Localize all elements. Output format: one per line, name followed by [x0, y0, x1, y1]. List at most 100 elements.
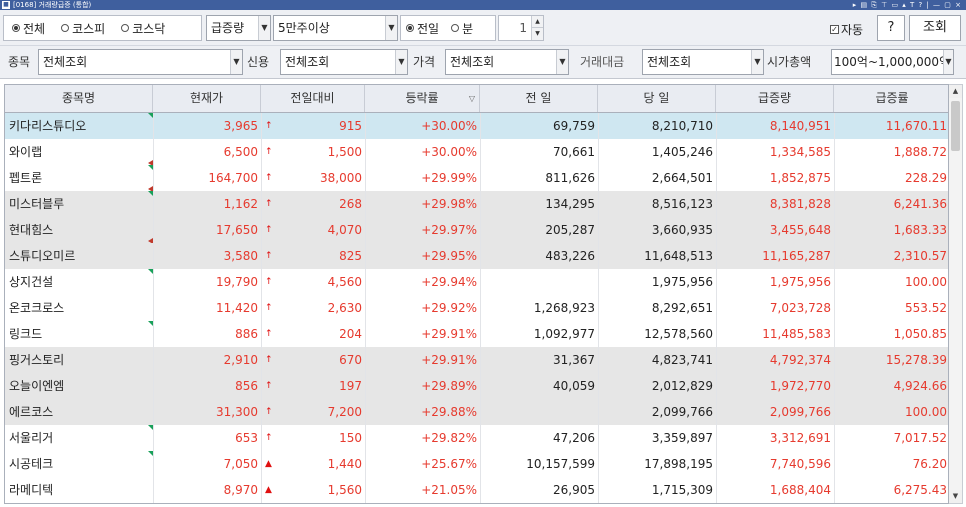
chevron-down-icon[interactable]: ▼	[751, 50, 763, 74]
table-row[interactable]: 미스터블루 1,162 ↑ 268 +29.98% 134,295 8,516,123 8,3…	[5, 191, 948, 217]
col-header-surge-rate[interactable]: 급증률	[834, 85, 948, 112]
spin-down-icon[interactable]: ▼	[531, 28, 543, 40]
stock-select[interactable]: 전체조회 ▼	[38, 49, 243, 75]
change-cell: 2,630	[327, 301, 362, 315]
surge-rate-cell: 1,888.72	[893, 145, 947, 159]
current-price-cell: 11,420	[216, 301, 258, 315]
table-row[interactable]: 펩트론 164,700 ↑ 38,000 +29.99% 811,626 2,664,501…	[5, 165, 948, 192]
up-arrow-icon: ↑	[265, 303, 273, 313]
surge-volume-cell: 2,099,766	[769, 405, 831, 419]
table-row[interactable]: 온코크로스 11,420 ↑ 2,630 +29.92% 1,268,923 8,292,6…	[5, 295, 948, 321]
today-volume-cell: 1,405,246	[651, 145, 713, 159]
col-header-prevday[interactable]: 전 일	[480, 85, 598, 112]
table-row[interactable]: 시공테크 7,050 ▲ 1,440 +25.67% 10,157,599 17,898,1…	[5, 451, 948, 477]
scroll-thumb[interactable]	[951, 101, 960, 151]
prevday-volume-cell: 40,059	[553, 379, 595, 393]
amount-select[interactable]: 전체조회 ▼	[642, 49, 764, 75]
help-button[interactable]: ?	[877, 15, 905, 41]
mode-select[interactable]: 급증량 ▼	[206, 15, 271, 41]
table-row[interactable]: 스튜디오미르 3,580 ↑ 825 +29.95% 483,226 11,648,513 1…	[5, 243, 948, 269]
today-volume-cell: 1,975,956	[651, 275, 713, 289]
prevday-volume-cell: 10,157,599	[526, 457, 595, 471]
price-select[interactable]: 전체조회 ▼	[445, 49, 569, 75]
table-row[interactable]: 와이랩 6,500 ↑ 1,500 +30.00% 70,661 1,405,246 1,33…	[5, 139, 948, 166]
change-rate-cell: +30.00%	[421, 119, 477, 133]
surge-rate-cell: 228.29	[905, 171, 947, 185]
column-divider	[598, 113, 599, 503]
stock-name-cell: 현대힘스	[9, 223, 54, 237]
col-header-change[interactable]: 전일대비	[261, 85, 365, 112]
query-button[interactable]: 조회	[909, 15, 961, 41]
change-cell: 4,070	[327, 223, 362, 237]
up-arrow-icon: ↑	[265, 251, 273, 261]
table-row[interactable]: 현대힘스 17,650 ↑ 4,070 +29.97% 205,287 3,660,935 3…	[5, 217, 948, 244]
chevron-down-icon[interactable]: ▼	[395, 50, 407, 74]
toolbar: 전체 코스피 코스닥 급증량 ▼ 5만주이상 ▼ 전일 분 1 ▲ ▼ ✓ 자동…	[0, 10, 966, 46]
stock-name-cell: 키다리스튜디오	[9, 119, 87, 133]
change-cell: 670	[339, 353, 362, 367]
current-price-cell: 8,970	[223, 483, 258, 497]
market-cap-select[interactable]: 100억~1,000,000억 ▼	[831, 49, 954, 75]
window-controls[interactable]: ▸ ▤ ⎘ ⊤ ▭ ▴ T ? | — ▢ ×	[853, 0, 962, 10]
minute-spinner[interactable]: 1 ▲ ▼	[498, 15, 544, 41]
col-header-price[interactable]: 현재가	[153, 85, 261, 112]
spin-up-icon[interactable]: ▲	[531, 16, 543, 28]
prevday-volume-cell: 69,759	[553, 119, 595, 133]
table-row[interactable]: 핑거스토리 2,910 ↑ 670 +29.91% 31,367 4,823,741 4,79…	[5, 347, 948, 373]
radio-market-all[interactable]: 전체	[12, 20, 45, 37]
current-price-cell: 1,162	[223, 197, 258, 211]
today-volume-cell: 1,715,309	[651, 483, 713, 497]
radio-dot	[451, 24, 460, 32]
stock-name-cell: 라메디텍	[9, 483, 54, 497]
table-row[interactable]: 상지건설 19,790 ↑ 4,560 +29.94% 1,975,956 1,975,95…	[5, 269, 948, 295]
volume-select[interactable]: 5만주이상 ▼	[273, 15, 398, 41]
table-row[interactable]: 링크드 886 ↑ 204 +29.91% 1,092,977 12,578,560 11,4…	[5, 321, 948, 347]
chevron-down-icon[interactable]: ▼	[556, 50, 568, 74]
surge-volume-cell: 1,975,956	[769, 275, 831, 289]
sort-desc-icon: ▽	[468, 94, 475, 103]
prevday-volume-cell: 47,206	[553, 431, 595, 445]
surge-volume-cell: 3,312,691	[769, 431, 831, 445]
col-header-today[interactable]: 당 일	[598, 85, 716, 112]
change-rate-cell: +29.98%	[421, 197, 477, 211]
chevron-down-icon[interactable]: ▼	[230, 50, 242, 74]
table-row[interactable]: 에르코스 31,300 ↑ 7,200 +29.88% 2,099,766 2,099,76…	[5, 399, 948, 425]
radio-period-prevday[interactable]: 전일	[406, 20, 439, 37]
surge-volume-cell: 11,165,287	[762, 249, 831, 263]
vertical-scrollbar[interactable]: ▲ ▼	[949, 84, 963, 504]
col-header-surge[interactable]: 급증량	[716, 85, 834, 112]
table-row[interactable]: 서울리거 653 ↑ 150 +29.82% 47,206 3,359,897 3,312,6…	[5, 425, 948, 451]
chevron-down-icon[interactable]: ▼	[258, 16, 270, 40]
table-row[interactable]: 오늘이엔엠 856 ↑ 197 +29.89% 40,059 2,012,829 1,972,…	[5, 373, 948, 399]
change-cell: 204	[339, 327, 362, 341]
scroll-up-icon[interactable]: ▲	[949, 85, 962, 98]
prevday-volume-cell: 70,661	[553, 145, 595, 159]
chevron-down-icon[interactable]: ▼	[943, 50, 953, 74]
surge-volume-cell: 4,792,374	[769, 353, 831, 367]
col-header-rate[interactable]: 등락률 ▽	[365, 85, 480, 112]
table-row[interactable]: 키다리스튜디오 3,965 ↑ 915 +30.00% 69,759 8,210,710 8,…	[5, 113, 948, 139]
radio-period-minute[interactable]: 분	[451, 20, 473, 37]
stock-name-cell: 오늘이엔엠	[9, 379, 65, 393]
prevday-volume-cell: 134,295	[545, 197, 595, 211]
prevday-volume-cell: 26,905	[553, 483, 595, 497]
filter-bar: 종목 전체조회 ▼ 신용 전체조회 ▼ 가격 전체조회 ▼ 거래대금 전체조회 …	[0, 46, 966, 79]
stock-name-cell: 서울리거	[9, 431, 54, 445]
col-header-name[interactable]: 종목명	[5, 85, 153, 112]
auto-checkbox[interactable]: ✓ 자동	[830, 21, 863, 38]
chevron-down-icon[interactable]: ▼	[385, 16, 397, 40]
surge-rate-cell: 6,275.43	[893, 483, 947, 497]
column-divider	[716, 113, 717, 503]
change-cell: 197	[339, 379, 362, 393]
radio-market-kosdaq[interactable]: 코스닥	[121, 20, 165, 37]
today-volume-cell: 8,292,651	[651, 301, 713, 315]
current-price-cell: 6,500	[223, 145, 258, 159]
radio-market-kospi[interactable]: 코스피	[61, 20, 105, 37]
window-title: [0168] 거래량급증 (통합)	[13, 1, 92, 9]
table-row[interactable]: 라메디텍 8,970 ▲ 1,560 +21.05% 26,905 1,715,309 1,6…	[5, 477, 948, 503]
credit-select[interactable]: 전체조회 ▼	[280, 49, 408, 75]
surge-volume-cell: 1,972,770	[769, 379, 831, 393]
scroll-down-icon[interactable]: ▼	[949, 490, 962, 503]
stock-name-cell: 에르코스	[9, 405, 54, 419]
stock-label: 종목	[8, 55, 31, 69]
